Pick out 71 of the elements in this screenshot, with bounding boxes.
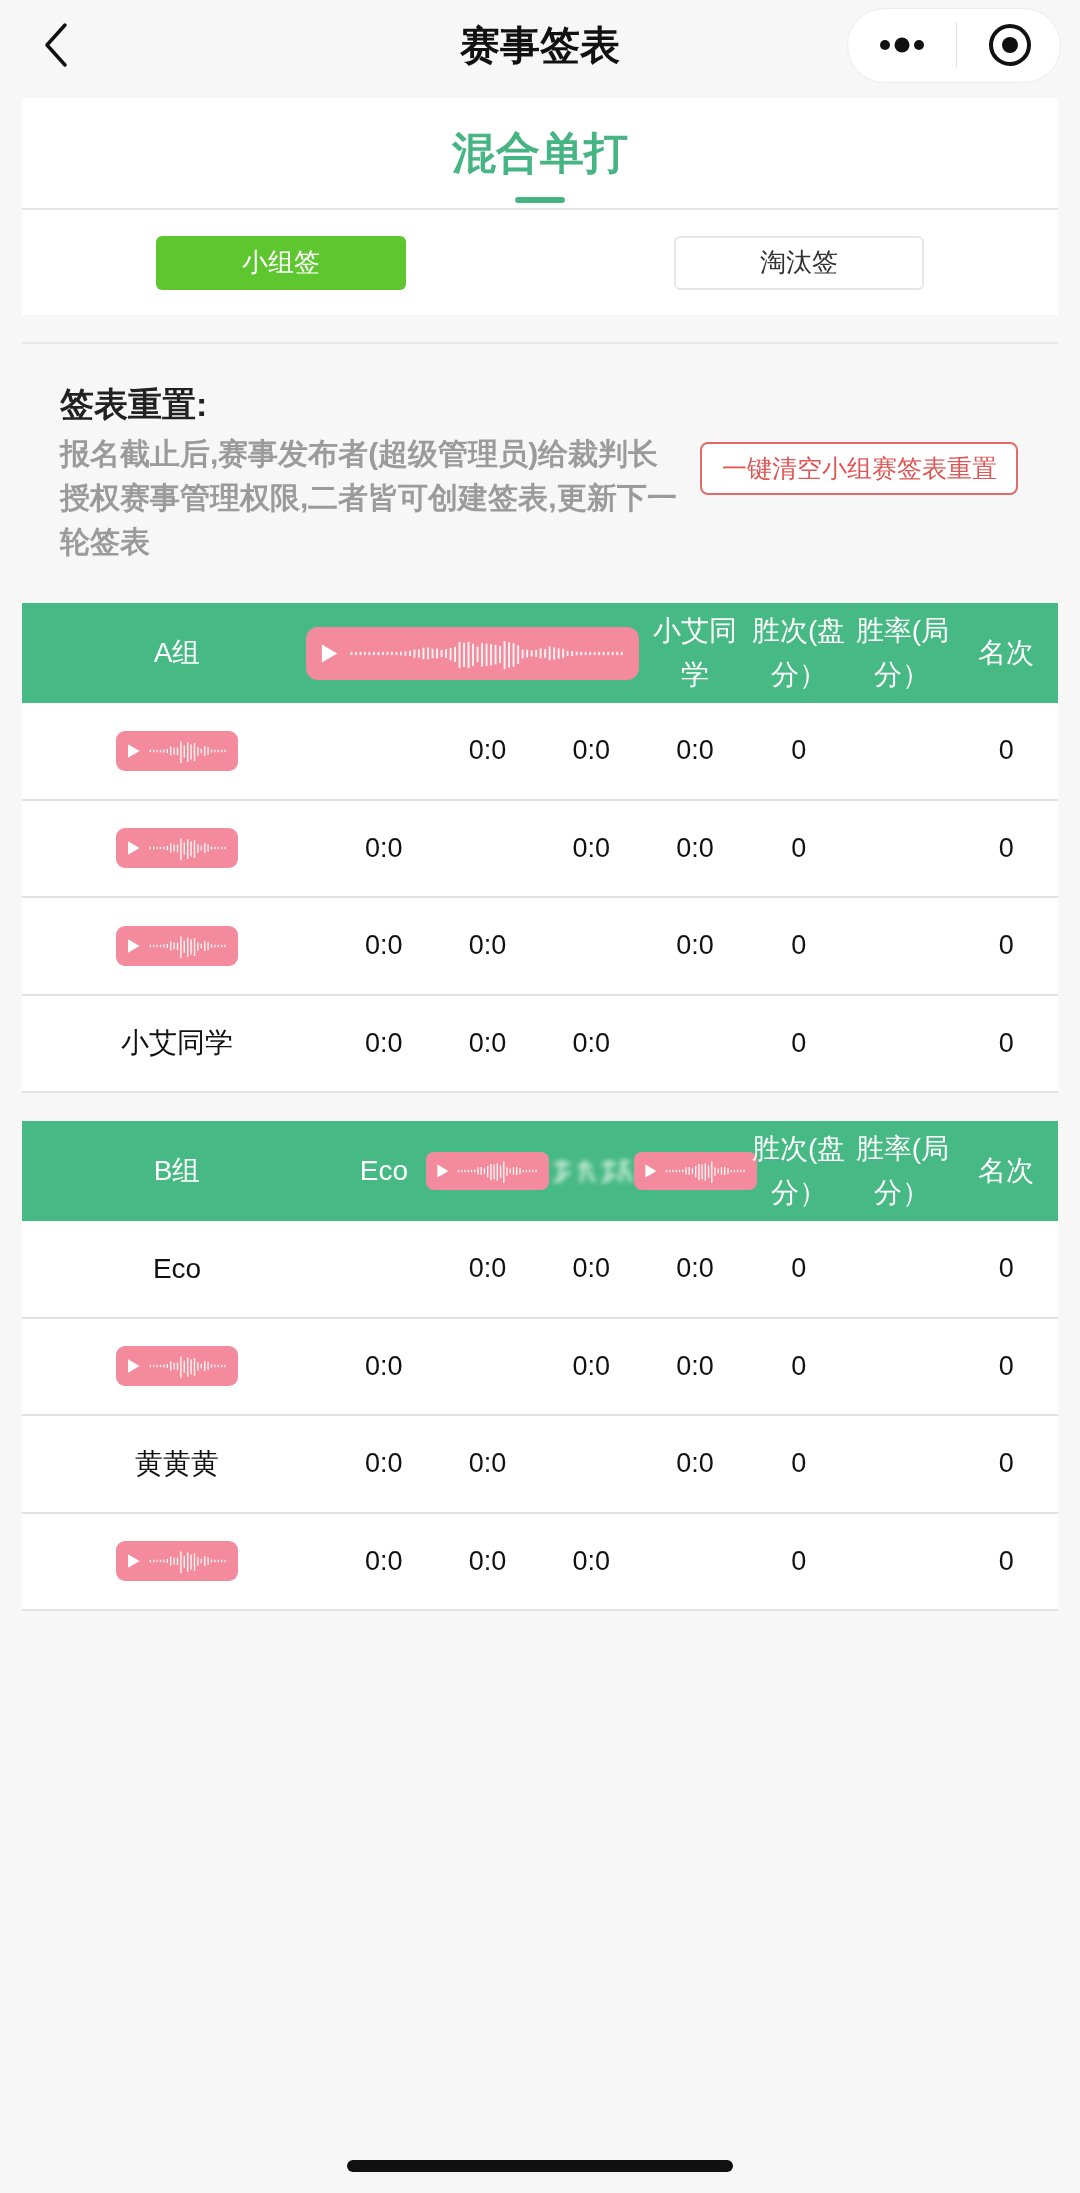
win-count: 0 <box>791 930 807 962</box>
match-score: 0:0 <box>365 1448 403 1480</box>
match-score: 0:0 <box>468 735 507 767</box>
active-indicator <box>515 197 565 203</box>
rank-value: 0 <box>998 1027 1014 1059</box>
win-count: 0 <box>791 1350 807 1382</box>
win-count: 0 <box>791 832 807 864</box>
match-score: 0:0 <box>365 1027 403 1059</box>
match-score: 0:0 <box>676 1253 714 1285</box>
rank-value: 0 <box>998 1253 1014 1285</box>
draw-tab[interactable]: 小组签 <box>156 235 406 290</box>
rank-value: 0 <box>998 930 1014 962</box>
match-score: 0:0 <box>676 735 714 767</box>
match-score: 0:0 <box>572 1350 611 1382</box>
match-score: 0:0 <box>468 1253 507 1285</box>
win-count: 0 <box>791 1027 807 1059</box>
ring-dot-icon[interactable] <box>988 23 1032 67</box>
match-score: 0:0 <box>365 1350 403 1382</box>
match-score: 0:0 <box>468 930 507 962</box>
column-header: 胜次(盘分） <box>751 614 847 692</box>
sound-wave-icon <box>426 1152 550 1190</box>
match-score: 0:0 <box>676 832 714 864</box>
group-name: B组 <box>153 1154 201 1188</box>
win-count: 0 <box>791 735 807 767</box>
sound-wave-icon <box>116 1346 238 1387</box>
sound-wave-icon <box>116 1541 238 1582</box>
match-score: 0:0 <box>365 1545 403 1577</box>
match-score: 0:0 <box>365 832 403 864</box>
column-header: 胜次(盘分） <box>751 1132 847 1210</box>
match-score: 0:0 <box>468 1545 507 1577</box>
column-header: 小艾同学 <box>652 614 738 692</box>
back-icon[interactable] <box>43 22 69 68</box>
match-score: 0:0 <box>572 832 611 864</box>
match-score: 0:0 <box>676 1350 714 1382</box>
rank-value: 0 <box>998 1545 1014 1577</box>
rank-value: 0 <box>998 1448 1014 1480</box>
match-score: 0:0 <box>676 1448 714 1480</box>
column-header: 名次 <box>978 1154 1035 1188</box>
sound-wave-icon <box>116 925 238 966</box>
event-title: 混合单打 <box>452 127 628 179</box>
player-name: 小艾同学 <box>121 1026 233 1061</box>
column-header: 胜率(局分） <box>854 614 951 692</box>
match-score: 0:0 <box>572 1545 611 1577</box>
match-score: 0:0 <box>365 930 403 962</box>
draw-tab[interactable]: 淘汰签 <box>674 235 924 290</box>
rank-value: 0 <box>998 1350 1014 1382</box>
sound-wave-icon <box>116 730 238 771</box>
match-score: 0:0 <box>468 1448 507 1480</box>
player-name: 黄黄黄 <box>135 1446 219 1481</box>
group-name: A组 <box>153 636 201 670</box>
match-score: 0:0 <box>572 735 611 767</box>
win-count: 0 <box>791 1253 807 1285</box>
column-header: 胜率(局分） <box>854 1132 951 1210</box>
match-score: 0:0 <box>572 1253 611 1285</box>
rank-value: 0 <box>998 735 1014 767</box>
match-score: 0:0 <box>572 1027 611 1059</box>
win-count: 0 <box>791 1545 807 1577</box>
column-header: 名次 <box>978 636 1035 670</box>
reset-draw-button[interactable]: 一键清空小组赛签表重置 <box>700 442 1018 495</box>
page-title: 赛事签表 <box>460 22 620 67</box>
match-score: 0:0 <box>468 1027 507 1059</box>
sound-wave-icon <box>306 626 640 680</box>
win-count: 0 <box>791 1448 807 1480</box>
match-score: 0:0 <box>676 930 714 962</box>
section-heading: 签表重置: <box>60 384 208 424</box>
player-name: Eco <box>152 1252 202 1285</box>
sound-wave-icon <box>116 828 238 869</box>
section-description: 报名截止后,赛事发布者(超级管理员)给裁判长授权赛事管理权限,二者皆可创建签表,更新下一轮签表 <box>60 436 678 560</box>
column-header: Eco <box>359 1154 408 1188</box>
more-icon[interactable] <box>879 37 925 53</box>
rank-value: 0 <box>998 832 1014 864</box>
